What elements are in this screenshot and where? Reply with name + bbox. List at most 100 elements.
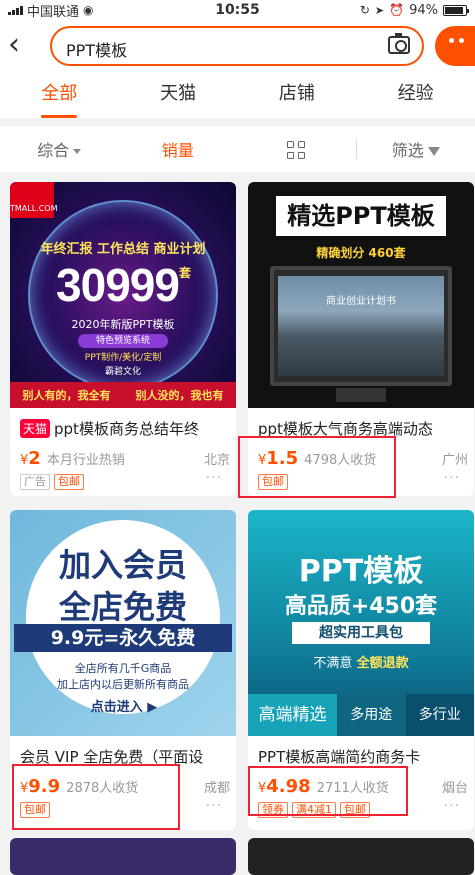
free-shipping-tag: 包邮 [340,802,370,818]
product-card[interactable] [248,838,474,875]
promo-number-value: 30999 [56,259,180,311]
more-options-icon[interactable]: ··· [206,470,222,486]
price-row: ¥2 本月行业热销 北京 [20,448,230,469]
more-button[interactable] [435,26,475,66]
filter-button[interactable]: 筛选 [357,137,475,161]
more-options-icon[interactable]: ··· [444,798,460,814]
price-value: 9.9 [28,776,61,797]
product-price: ¥2 [20,448,41,469]
more-dot-icon [449,38,454,43]
screen-title: 商业创业计划书 [326,296,396,307]
product-image[interactable]: PPT模板 高品质+450套 超实用工具包 不满意 全额退款 高端精选 多用途 … [248,510,474,736]
layout-toggle[interactable] [237,139,356,159]
product-sales: 4798人收货 [304,453,377,468]
product-location: 北京 [203,453,230,468]
battery-percent: 94% [409,2,438,18]
promo-line: 加上店内以后更新所有商品 [57,678,189,691]
price-row: ¥9.9 2878人收货 成都 [20,776,230,797]
promo-bottom-right: 别人没的，我也有 [135,389,224,402]
grid-icon [287,140,306,159]
chevron-down-icon [73,149,82,154]
promo-bar-right: 多行业 [405,694,474,736]
product-card[interactable]: TMALL.COM 年终汇报 工作总结 商业计划 30999套 2020年新版P… [10,182,236,496]
promo-note-text: 不满意 [313,656,353,671]
product-sales: 本月行业热销 [46,453,125,468]
status-bar: 中国联通 ◉ 10:55 ↻ ➤ ⏰ 94% [0,0,475,20]
location-icon: ➤ [374,3,385,17]
promo-ribbon: 特色预览系统 [78,334,168,348]
search-box[interactable]: PPT模板 [50,26,424,66]
tag-row: 包邮 [258,474,288,490]
promo-sub: 精确划分 460套 [316,246,406,260]
more-options-icon[interactable]: ··· [444,470,460,486]
promo-bottom-left: 别人有的，我全有 [22,389,111,402]
promo-sub: 高品质+450套 [284,594,438,619]
wifi-icon: ◉ [83,3,94,17]
product-title[interactable]: PPT模板高端简约商务卡 [258,746,468,767]
product-title[interactable]: 天猫 ppt模板商务总结年终 [20,418,230,439]
promo-headline: PPT模板 [298,554,424,589]
product-sales: 2878人收货 [66,781,139,796]
promo-bar-left: 高端精选 [248,694,338,736]
sort-comprehensive[interactable]: 综合 [0,137,119,161]
promo-number-suffix: 套 [178,266,191,280]
product-price: ¥4.98 [258,776,311,797]
product-location: 成都 [203,781,230,796]
status-right: ↻ ➤ ⏰ 94% [359,2,469,18]
free-shipping-tag: 包邮 [258,474,288,490]
store-logo: TMALL.COM [10,182,58,218]
product-location: 广州 [441,453,468,468]
camera-icon[interactable] [388,33,410,54]
tab-experience[interactable]: 经验 [356,76,475,118]
promo-cta-label: 点击进入 [90,700,143,715]
product-title[interactable]: ppt模板大气商务高端动态 [258,418,468,439]
tag-row: 领券 满4减1 包邮 [258,802,370,818]
back-button[interactable]: ‹ [8,30,36,62]
carrier-name: 中国联通 [27,4,80,20]
tmall-badge: 天猫 [20,419,51,438]
price-row: ¥1.5 4798人收货 广州 [258,448,468,469]
coupon-tag: 领券 [258,802,288,818]
promo-line: 全店所有几千G商品 [74,662,172,675]
tab-shops[interactable]: 店铺 [238,76,357,118]
product-card[interactable]: 精选PPT模板 精确划分 460套 商业创业计划书 ppt模板大气商务高端动态 … [248,182,474,496]
free-shipping-tag: 包邮 [54,474,84,490]
product-card[interactable]: 加入会员 全店免费 9.9元=永久免费 全店所有几千G商品 加上店内以后更新所有… [10,510,236,830]
monitor-stand [336,388,386,402]
product-title-text: ppt模板商务总结年终 [54,420,199,438]
promo-line: 加入会员 [58,546,187,584]
promo-headline: 精选PPT模板 [276,196,446,236]
rotation-lock-icon: ↻ [359,3,370,17]
promo-note: 不满意 全额退款 [248,652,474,671]
monitor-graphic: 商业创业计划书 [270,266,452,386]
store-logo-text: TMALL.COM [10,204,58,213]
tab-tmall[interactable]: 天猫 [119,76,238,118]
product-image[interactable]: 精选PPT模板 精确划分 460套 商业创业计划书 [248,182,474,408]
price-row: ¥4.98 2711人收货 烟台 [258,776,468,797]
tab-all[interactable]: 全部 [0,76,119,118]
more-dot-icon [459,38,464,43]
product-card[interactable]: PPT模板 高品质+450套 超实用工具包 不满意 全额退款 高端精选 多用途 … [248,510,474,830]
search-input[interactable]: PPT模板 [66,37,127,61]
promo-note-highlight: 全额退款 [356,656,409,671]
discount-tag: 满4减1 [292,802,336,818]
product-price: ¥9.9 [20,776,60,797]
city-photo [278,276,444,376]
sort-sales[interactable]: 销量 [119,137,238,161]
promo-number: 30999套 [10,258,236,312]
product-card[interactable] [10,838,236,875]
status-left: 中国联通 ◉ [8,1,94,20]
filter-label: 筛选 [391,141,424,160]
price-value: 4.98 [266,776,311,797]
promo-line: 年终汇报 工作总结 商业计划 [40,242,206,257]
more-options-icon[interactable]: ··· [206,798,222,814]
promo-bar-mid: 多用途 [337,694,406,736]
product-image[interactable]: 加入会员 全店免费 9.9元=永久免费 全店所有几千G商品 加上店内以后更新所有… [10,510,236,736]
promo-brand: 霸碧文化 [104,367,141,377]
product-location: 烟台 [441,781,468,796]
promo-sub: 2020年新版PPT模板 [71,318,175,331]
product-title[interactable]: 会员 VIP 全店免费（平面设 [20,746,230,767]
promo-services: PPT制作/美化/定制 [84,353,162,363]
product-image[interactable]: TMALL.COM 年终汇报 工作总结 商业计划 30999套 2020年新版P… [10,182,236,408]
promo-bar: 高端精选 多用途 多行业 [248,694,474,736]
